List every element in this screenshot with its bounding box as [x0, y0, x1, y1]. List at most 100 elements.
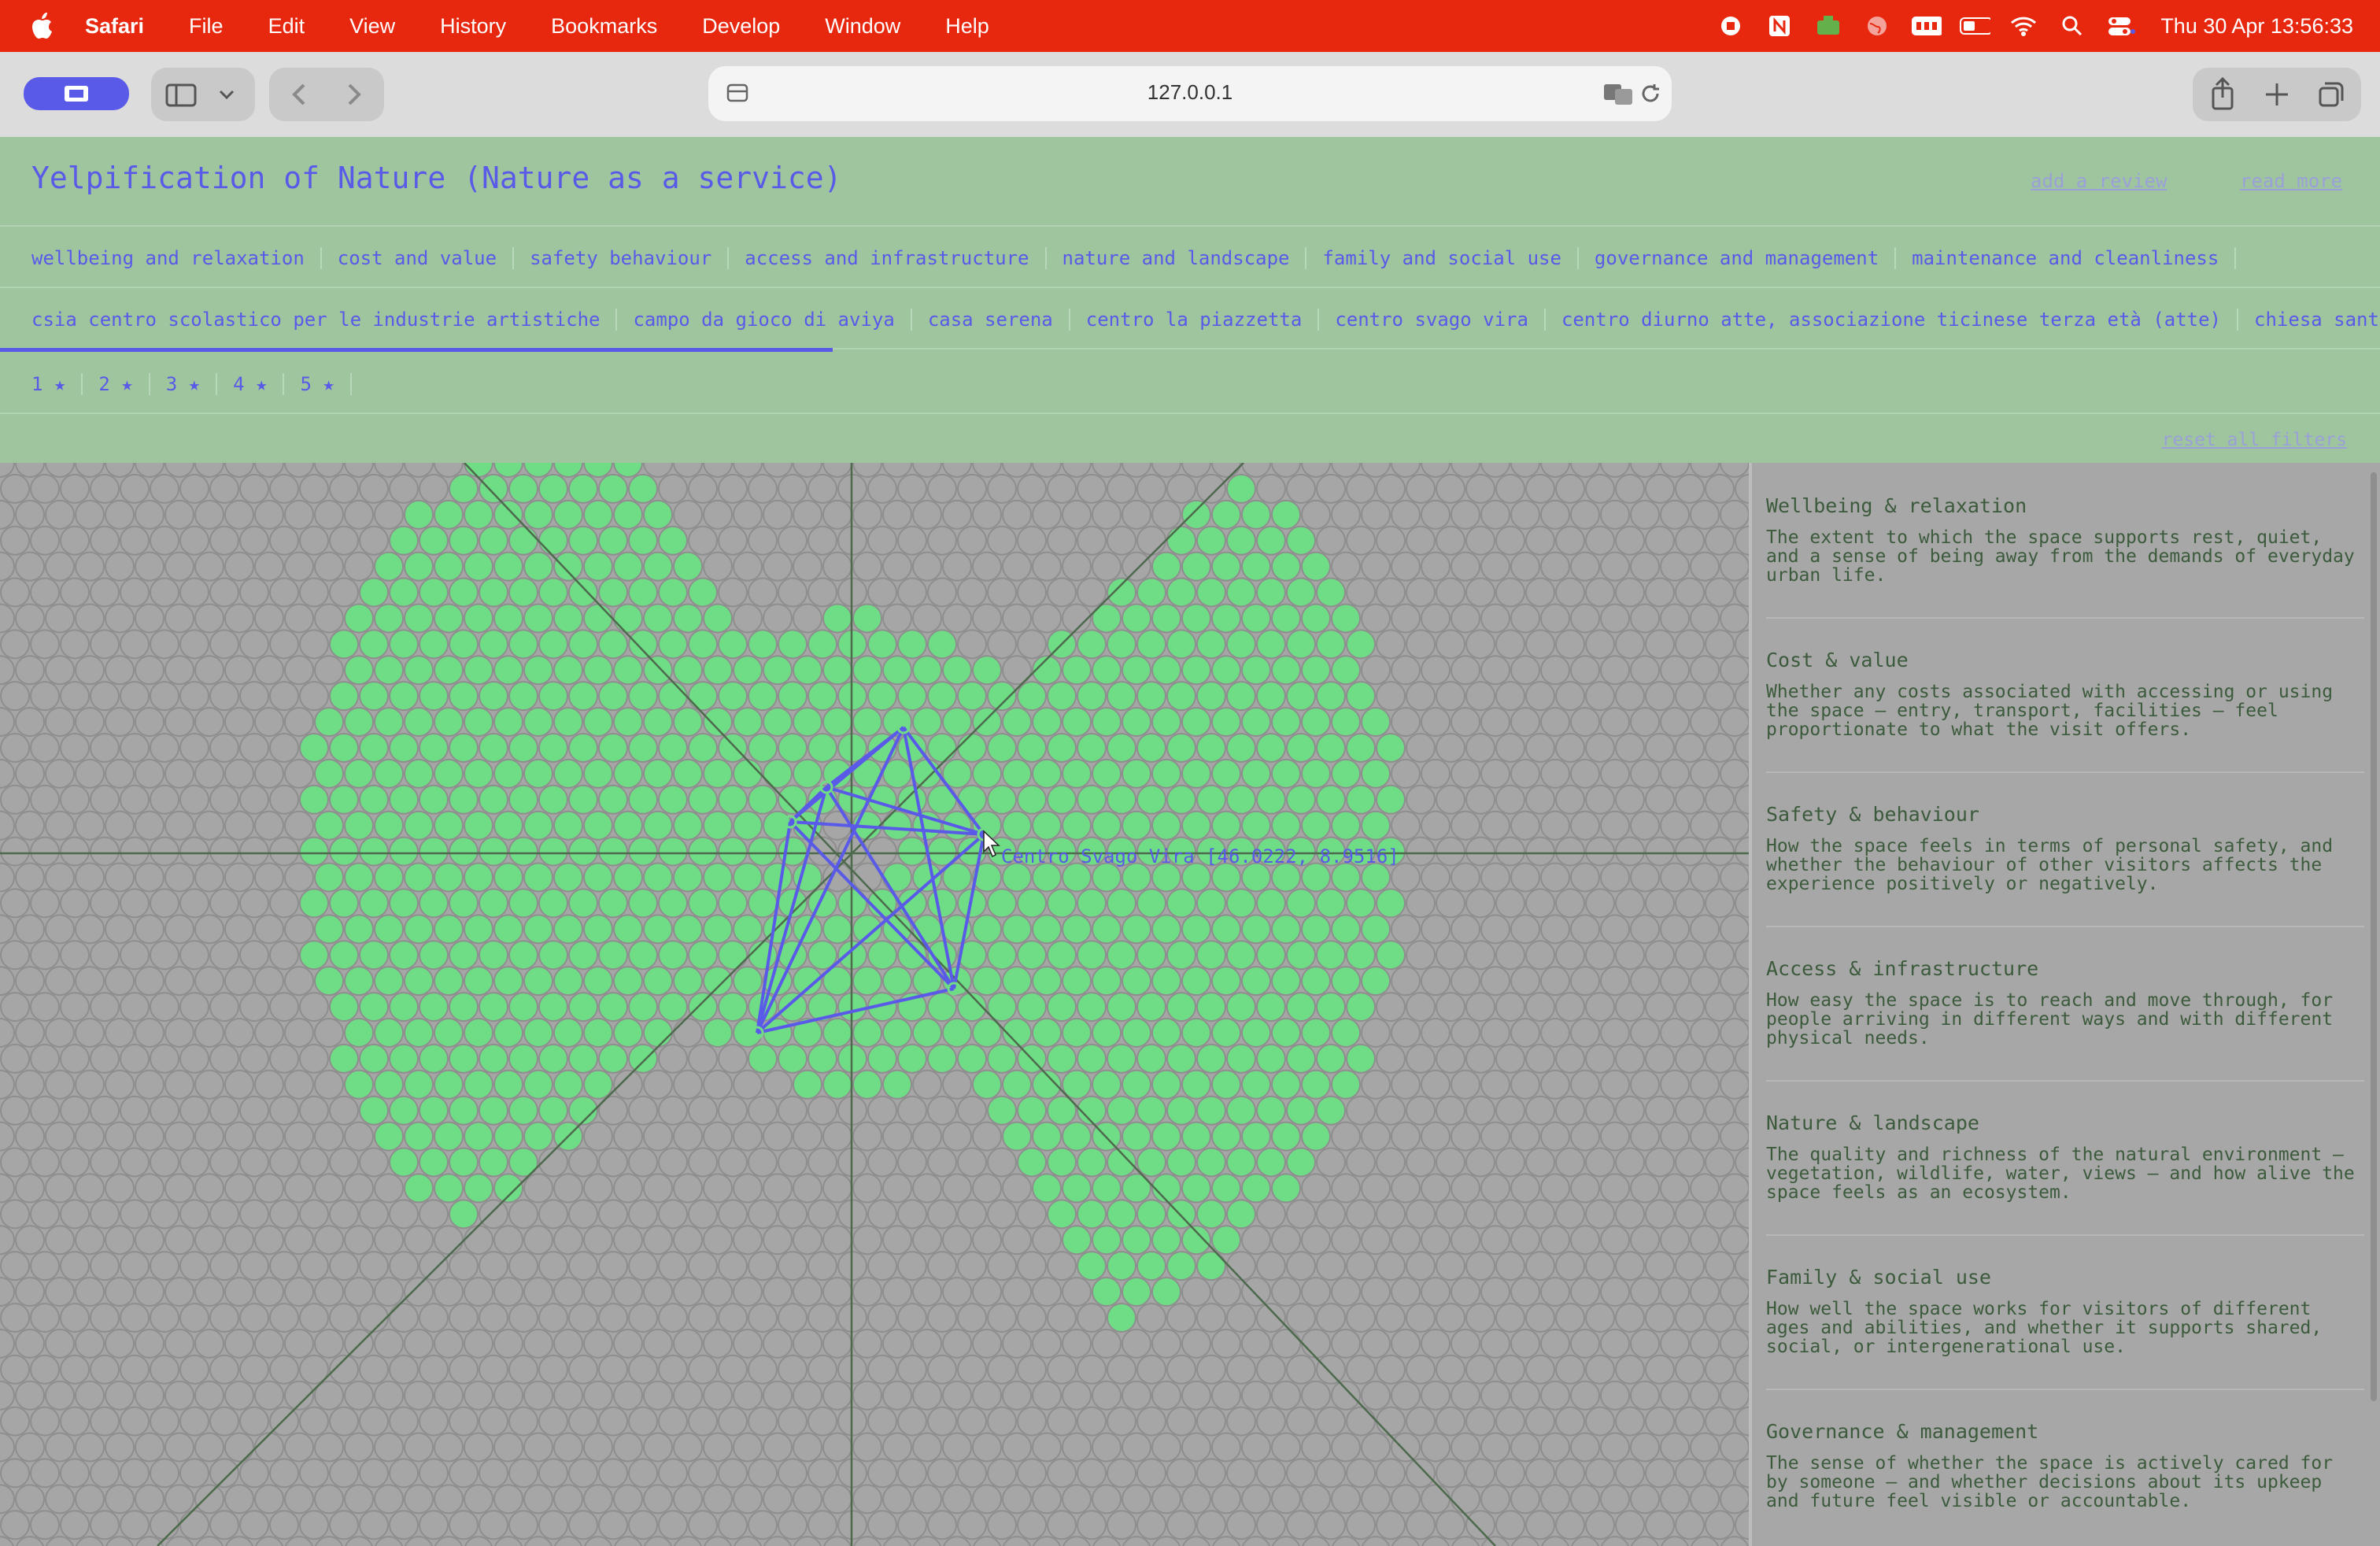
map-dot [972, 1069, 1002, 1100]
menu-app-safari[interactable]: Safari [85, 14, 144, 39]
map-dot [1136, 992, 1166, 1023]
map-dot [1495, 784, 1525, 815]
map-dot [404, 966, 434, 997]
map-dot [553, 1484, 583, 1515]
control-center-icon[interactable] [2105, 12, 2137, 40]
battery-icon[interactable] [1959, 12, 1991, 40]
apple-icon[interactable] [30, 10, 57, 42]
star-filter[interactable]: 3 ★ [150, 373, 218, 395]
map-dot [1675, 577, 1705, 608]
category-filter[interactable]: family and social use [1306, 247, 1579, 269]
hex-dot-map[interactable]: Centro Svago Vira [46.0222, 8.9516] [0, 463, 1749, 1546]
menu-file[interactable]: File [189, 14, 224, 39]
category-filter[interactable]: cost and value [322, 247, 515, 269]
map-dot [1615, 940, 1645, 971]
menu-history[interactable]: History [440, 14, 506, 39]
forward-icon[interactable] [348, 83, 361, 105]
map-dot [269, 836, 299, 867]
place-filter[interactable]: centro svago vira [1319, 309, 1546, 331]
map-dot [763, 862, 793, 893]
map-dot [1151, 1121, 1181, 1152]
menu-edit[interactable]: Edit [268, 14, 305, 39]
notion-icon[interactable] [1764, 12, 1795, 40]
place-filter[interactable]: centro la piazzetta [1070, 309, 1320, 331]
add-review-link[interactable]: add a review [2031, 170, 2167, 192]
reset-filters-link[interactable]: reset all filters [2162, 430, 2347, 450]
map-dot [538, 1354, 568, 1385]
map-canvas[interactable]: Centro Svago Vira [46.0222, 8.9516] [0, 463, 1749, 1546]
sidebar-toggle-button[interactable] [151, 68, 255, 121]
category-filter[interactable]: maintenance and cleanliness [1896, 247, 2237, 269]
star-filter[interactable]: 5 ★ [284, 373, 352, 395]
map-dot [778, 681, 808, 712]
map-dot [30, 577, 60, 608]
map-dot [1525, 1302, 1555, 1333]
map-dot [703, 707, 733, 738]
category-filter[interactable]: wellbeing and relaxation [0, 247, 322, 269]
place-filter[interactable]: centro diurno atte, associazione ticines… [1546, 309, 2239, 331]
extension-icon[interactable] [1813, 12, 1844, 40]
category-filter[interactable]: nature and landscape [1047, 247, 1307, 269]
map-dot [1226, 577, 1256, 608]
map-dot [224, 707, 254, 738]
place-filter[interactable]: chiesa santa [2238, 309, 2380, 331]
back-icon[interactable] [292, 83, 305, 105]
map-dot [508, 473, 538, 504]
map-dot [1570, 1069, 1600, 1100]
place-filter[interactable]: csia centro scolastico per le industrie … [0, 309, 618, 331]
map-dot [1256, 525, 1286, 556]
read-more-link[interactable]: read more [2240, 170, 2342, 192]
reload-icon[interactable] [1639, 82, 1662, 105]
map-dot [1705, 473, 1735, 504]
map-dot [523, 1328, 553, 1359]
menu-bookmarks[interactable]: Bookmarks [551, 14, 657, 39]
map-dot [30, 1043, 60, 1074]
map-dot [1107, 629, 1136, 660]
menu-develop[interactable]: Develop [702, 14, 780, 39]
map-dot [179, 629, 209, 660]
category-filter[interactable]: safety behaviour [514, 247, 730, 269]
menu-clock[interactable]: Thu 30 Apr 13:56:33 [2160, 14, 2353, 39]
map-dot [1615, 888, 1645, 919]
map-dot [359, 629, 389, 660]
map-dot [1107, 1302, 1136, 1333]
profile-button[interactable] [24, 77, 129, 110]
map-dot [957, 1199, 987, 1230]
share-icon[interactable] [2212, 76, 2234, 110]
map-dot [30, 1147, 60, 1178]
keyboard-layout-icon[interactable] [1910, 12, 1942, 40]
url-text[interactable]: 127.0.0.1 [708, 80, 1672, 105]
sidebar-scrollbar[interactable] [2371, 472, 2377, 1401]
place-filter[interactable]: campo da gioco di aviya [617, 309, 912, 331]
globe-icon[interactable] [1861, 12, 1893, 40]
map-dot [1122, 551, 1151, 582]
map-dot [1406, 784, 1436, 815]
map-dot [0, 992, 30, 1023]
category-filter[interactable]: governance and management [1579, 247, 1897, 269]
menu-window[interactable]: Window [825, 14, 900, 39]
map-dot [1600, 1432, 1630, 1463]
record-icon[interactable] [1715, 12, 1746, 40]
menu-help[interactable]: Help [945, 14, 989, 39]
map-dot [120, 940, 150, 971]
wifi-icon[interactable] [2008, 12, 2039, 40]
map-dot [30, 681, 60, 712]
map-dot [1032, 1017, 1062, 1048]
map-dot [598, 784, 628, 815]
star-filter[interactable]: 1 ★ [0, 373, 83, 395]
map-dot [419, 525, 449, 556]
map-dot [1480, 655, 1510, 686]
new-tab-icon[interactable] [2266, 83, 2288, 105]
address-bar[interactable]: 127.0.0.1 [708, 66, 1672, 121]
map-dot [1585, 1458, 1615, 1489]
category-filter[interactable]: access and infrastructure [729, 247, 1047, 269]
star-filter[interactable]: 4 ★ [217, 373, 285, 395]
map-dot [987, 888, 1017, 919]
place-filter[interactable]: casa serena [912, 309, 1070, 331]
search-icon[interactable] [2057, 12, 2088, 40]
card-text: How the space feels in terms of personal… [1766, 836, 2334, 894]
menu-view[interactable]: View [349, 14, 395, 39]
translate-icon[interactable] [1602, 82, 1634, 105]
tab-overview-icon[interactable] [2319, 82, 2344, 107]
star-filter[interactable]: 2 ★ [83, 373, 150, 395]
